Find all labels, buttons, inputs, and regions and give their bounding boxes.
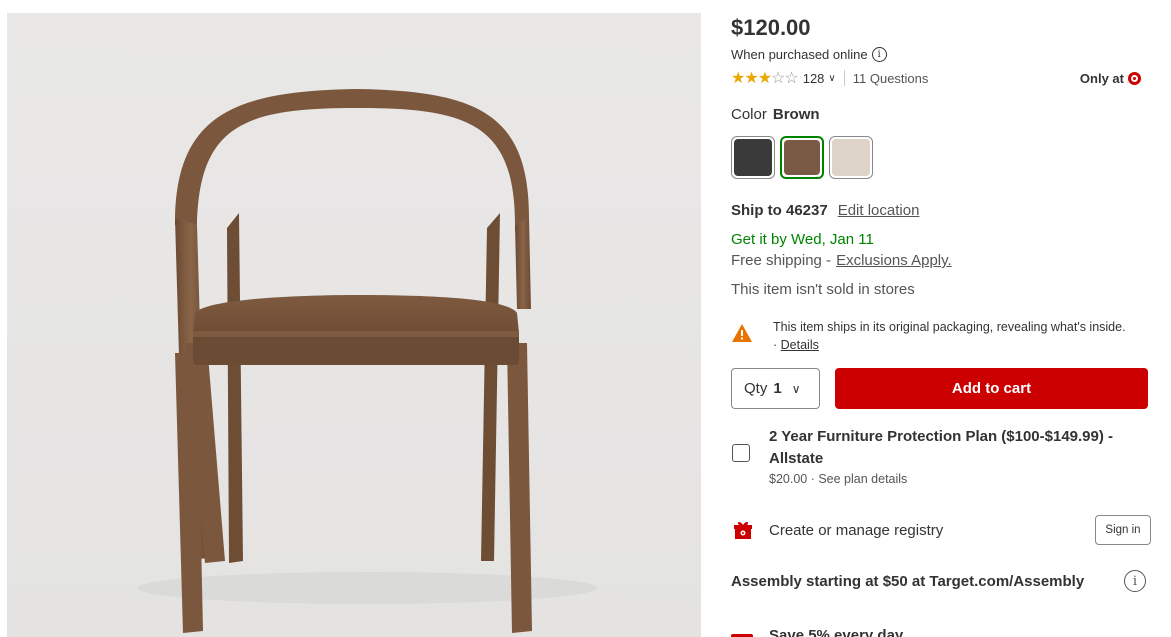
info-icon[interactable]: i <box>1124 570 1146 592</box>
warning-text: This item ships in its original packagin… <box>773 320 1126 334</box>
price-note-text: When purchased online <box>731 47 868 62</box>
assembly-row: Assembly starting at $50 at Target.com/A… <box>731 570 1151 592</box>
color-swatches <box>731 136 873 179</box>
color-label: Color Brown <box>731 106 820 123</box>
selected-color: Brown <box>772 106 820 123</box>
warning-icon <box>732 324 752 342</box>
chevron-down-icon: ∨ <box>791 381 801 396</box>
protection-plan-sub: $20.00 · See plan details <box>769 472 908 486</box>
protection-plan-title: 2 Year Furniture Protection Plan ($100-$… <box>769 428 1114 467</box>
gift-icon <box>734 521 752 539</box>
save-text: Save 5% every day <box>769 626 904 637</box>
warning-separator: · <box>773 338 778 352</box>
only-at-label: Only at <box>1079 70 1124 86</box>
edit-location-link[interactable]: Edit location <box>838 202 920 219</box>
add-to-cart-button[interactable]: Add to cart <box>835 368 1148 409</box>
review-count[interactable]: 128 <box>803 71 825 86</box>
exclusions-link[interactable]: Exclusions Apply. <box>836 252 952 269</box>
assembly-text: Assembly starting at $50 at Target.com/A… <box>731 572 1085 590</box>
product-price: $120.00 <box>731 15 811 40</box>
target-logo-icon <box>1128 71 1141 85</box>
not-sold-in-stores: This item isn't sold in stores <box>731 281 915 298</box>
qty-value: 1 <box>773 380 782 397</box>
chair-illustration <box>7 13 701 637</box>
star-rating-icon[interactable]: ★★★☆☆ <box>731 68 799 88</box>
registry-label[interactable]: Create or manage registry <box>769 522 943 539</box>
sign-in-button[interactable]: Sign in <box>1095 515 1151 545</box>
chevron-right-icon: › <box>1134 633 1139 637</box>
registry-row: Create or manage registry Sign in <box>731 514 1151 546</box>
questions-link[interactable]: 11 Questions <box>853 71 929 86</box>
qty-label: Qty <box>744 380 768 397</box>
details-link[interactable]: Details <box>781 338 819 352</box>
see-plan-details-link[interactable]: See plan details <box>818 472 907 486</box>
only-at-badge: Only at <box>1080 71 1141 86</box>
packaging-warning: This item ships in its original packagin… <box>731 318 1151 354</box>
rating-row: ★★★☆☆ 128 ∨ 11 Questions Only at <box>731 68 1141 88</box>
swatch-brown[interactable] <box>780 136 824 179</box>
info-icon[interactable]: i <box>871 47 887 62</box>
delivery-date: Get it by Wed, Jan 11 <box>731 231 874 248</box>
price-note: When purchased online i <box>731 47 887 62</box>
swatch-black[interactable] <box>731 136 775 179</box>
chevron-down-icon[interactable]: ∨ <box>828 73 835 84</box>
quantity-select[interactable]: Qty 1 ∨ <box>731 368 820 409</box>
ship-to-row: Ship to 46237 Edit location <box>731 202 919 219</box>
swatch-cream[interactable] <box>829 136 873 179</box>
save-row[interactable]: Save 5% every day › <box>731 621 1151 637</box>
warning-text-block: This item ships in its original packagin… <box>773 318 1126 354</box>
color-label-text: Color <box>731 106 767 123</box>
protection-plan-price: $20.00 <box>769 472 808 486</box>
free-shipping-text: Free shipping - <box>731 252 832 269</box>
product-image[interactable] <box>7 13 701 637</box>
protection-plan-checkbox[interactable] <box>732 444 750 462</box>
ship-to-zip: Ship to 46237 <box>731 202 828 219</box>
free-shipping-row: Free shipping - Exclusions Apply. <box>731 252 952 269</box>
divider <box>843 70 845 86</box>
